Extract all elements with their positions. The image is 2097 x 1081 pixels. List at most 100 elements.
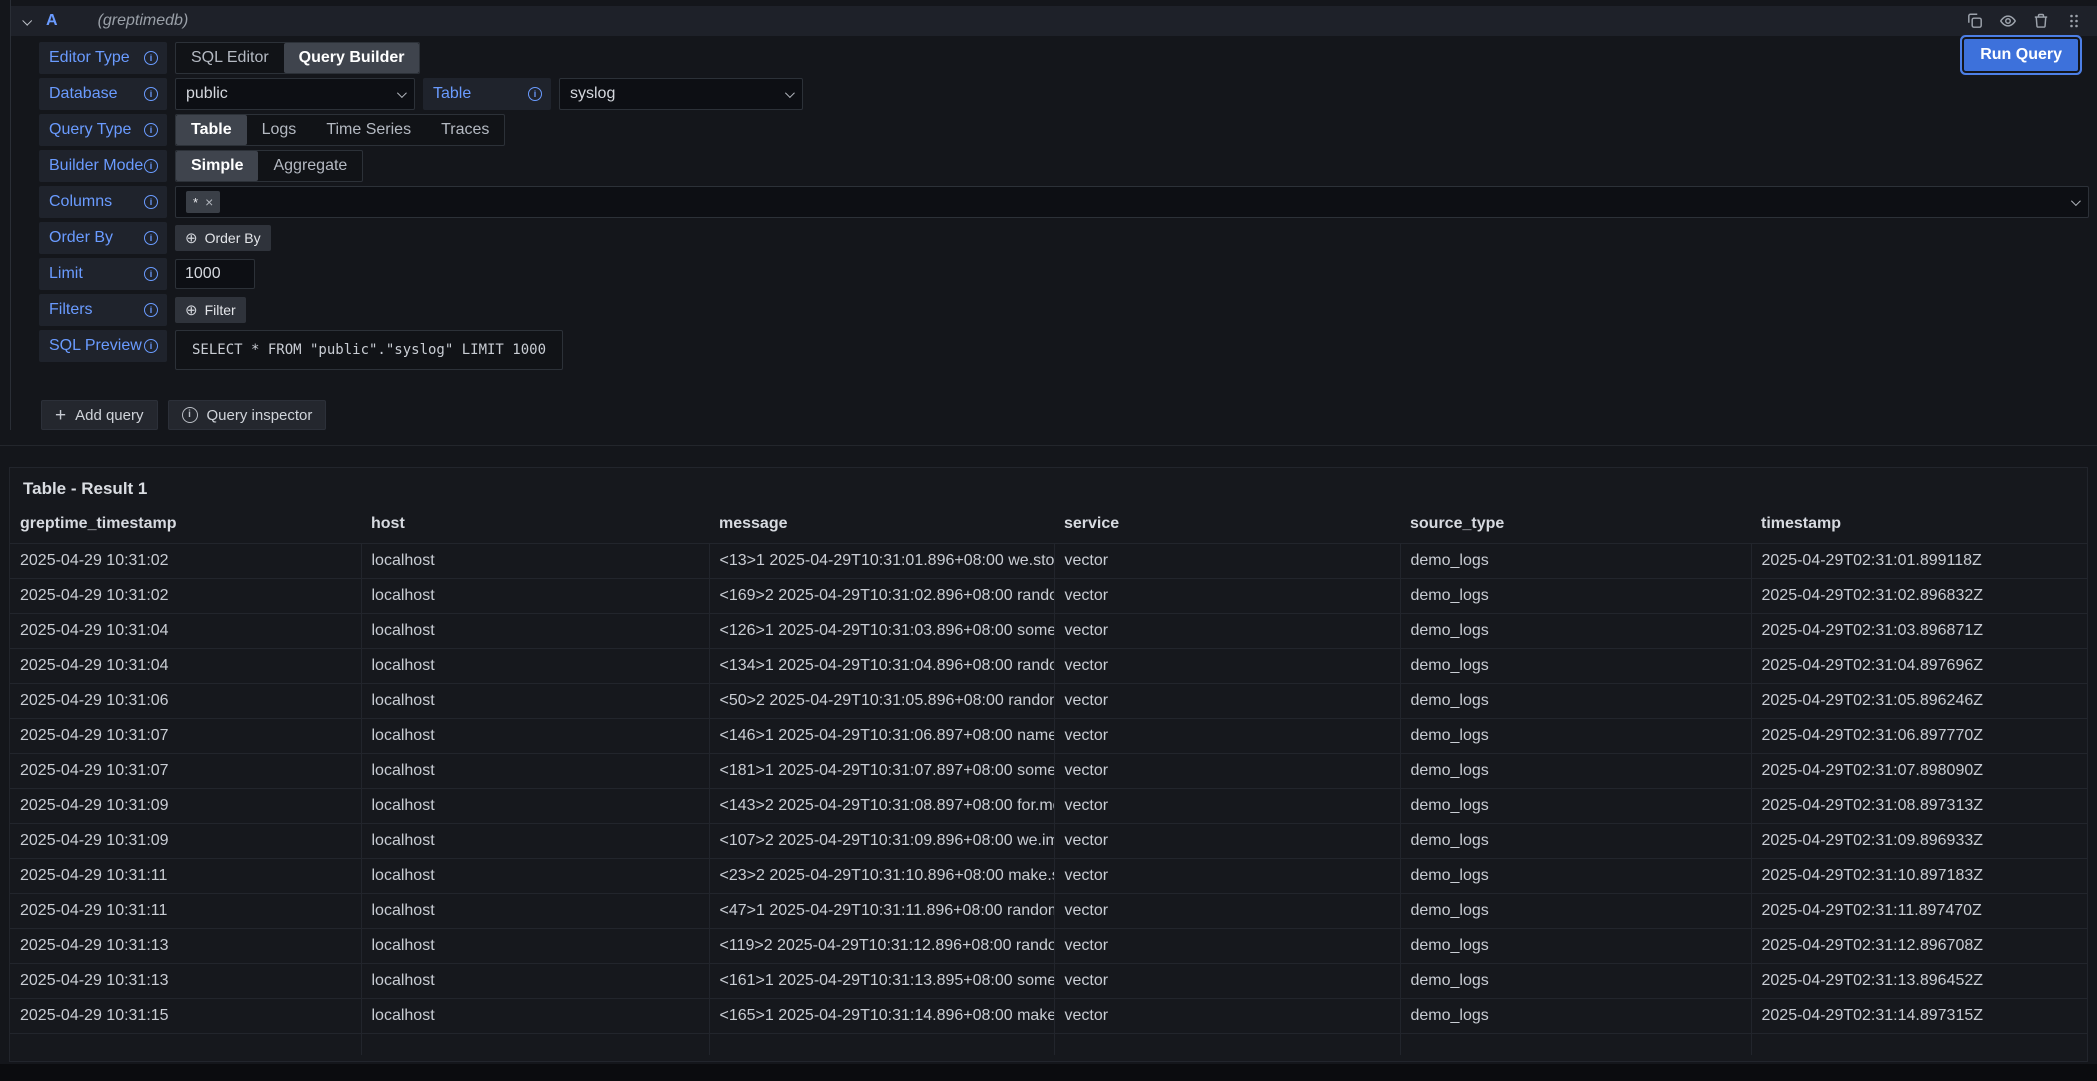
info-icon[interactable] (144, 339, 158, 353)
column-header-greptime_timestamp[interactable]: greptime_timestamp (10, 509, 361, 544)
column-header-timestamp[interactable]: timestamp (1751, 509, 2087, 544)
table-cell: 2025-04-29 10:31:04 (10, 649, 361, 684)
radio-option-traces[interactable]: Traces (426, 115, 504, 145)
info-icon[interactable] (528, 87, 542, 101)
table-cell: vector (1054, 754, 1400, 789)
plus-circle-icon: ⊕ (185, 303, 198, 318)
radio-option-aggregate[interactable]: Aggregate (258, 151, 362, 181)
table-cell: 2025-04-29T02:31:03.896871Z (1751, 614, 2087, 649)
table-cell: demo_logs (1400, 789, 1751, 824)
table-cell: demo_logs (1400, 719, 1751, 754)
columns-label: Columns (39, 186, 167, 218)
table-row: 2025-04-29 10:31:09localhost<107>2 2025-… (10, 824, 2087, 859)
hide-response-eye-icon[interactable] (1999, 12, 2017, 30)
info-icon[interactable] (144, 303, 158, 317)
table-row: 2025-04-29 10:31:02localhost<13>1 2025-0… (10, 544, 2087, 579)
radio-option-time-series[interactable]: Time Series (311, 115, 426, 145)
table-cell (709, 1034, 1054, 1055)
query-actions-row: + Add query Query inspector (41, 400, 2093, 430)
table-cell: localhost (361, 999, 709, 1034)
table-cell: vector (1054, 824, 1400, 859)
query-type-row: Query Type TableLogsTime SeriesTraces (39, 114, 2093, 146)
table-cell: 2025-04-29T02:31:13.896452Z (1751, 964, 2087, 999)
filters-row: Filters ⊕ Filter (39, 294, 2093, 326)
table-row: 2025-04-29 10:31:13localhost<119>2 2025-… (10, 929, 2087, 964)
result-table-header: greptime_timestamphostmessageservicesour… (10, 509, 2087, 544)
table-cell: vector (1054, 964, 1400, 999)
table-cell (1054, 1034, 1400, 1055)
chevron-down-icon (2071, 196, 2081, 206)
table-cell: vector (1054, 859, 1400, 894)
table-cell: 2025-04-29T02:31:14.897315Z (1751, 999, 2087, 1034)
query-builder-form: Editor Type SQL EditorQuery Builder Data… (11, 36, 2097, 430)
table-cell: localhost (361, 754, 709, 789)
info-icon[interactable] (144, 267, 158, 281)
table-result-panel: Table - Result 1 greptime_timestamphostm… (9, 467, 2088, 1062)
order-by-label: Order By (39, 222, 167, 254)
radio-option-query-builder[interactable]: Query Builder (284, 43, 420, 73)
query-type-radio-group: TableLogsTime SeriesTraces (175, 114, 505, 146)
info-icon[interactable] (144, 195, 158, 209)
table-cell: localhost (361, 579, 709, 614)
table-cell: localhost (361, 544, 709, 579)
query-editor-section: A (greptimedb) Edit (10, 0, 2097, 430)
add-query-button[interactable]: + Add query (41, 400, 158, 430)
radio-option-table[interactable]: Table (176, 115, 247, 145)
delete-query-trash-icon[interactable] (2032, 12, 2050, 30)
info-icon[interactable] (144, 231, 158, 245)
column-header-source_type[interactable]: source_type (1400, 509, 1751, 544)
table-cell: <146>1 2025-04-29T10:31:06.897+08:00 nam… (709, 719, 1054, 754)
query-row-header[interactable]: A (greptimedb) (11, 6, 2097, 36)
table-cell: localhost (361, 964, 709, 999)
table-row: 2025-04-29 10:31:09localhost<143>2 2025-… (10, 789, 2087, 824)
table-cell: localhost (361, 684, 709, 719)
database-select[interactable]: public (175, 78, 415, 110)
run-query-button[interactable]: Run Query (1964, 39, 2078, 71)
column-header-message[interactable]: message (709, 509, 1054, 544)
table-cell: 2025-04-29T02:31:10.897183Z (1751, 859, 2087, 894)
table-cell: vector (1054, 789, 1400, 824)
table-cell: vector (1054, 684, 1400, 719)
table-cell: 2025-04-29T02:31:08.897313Z (1751, 789, 2087, 824)
table-row: 2025-04-29 10:31:06localhost<50>2 2025-0… (10, 684, 2087, 719)
table-cell: vector (1054, 579, 1400, 614)
column-header-host[interactable]: host (361, 509, 709, 544)
table-cell: 2025-04-29T02:31:05.896246Z (1751, 684, 2087, 719)
add-order-by-button[interactable]: ⊕ Order By (175, 225, 271, 251)
dashboard-edit-area: A (greptimedb) Edit (0, 0, 2097, 1064)
radio-option-simple[interactable]: Simple (176, 151, 258, 181)
table-cell: localhost (361, 929, 709, 964)
chevron-down-icon (397, 88, 407, 98)
info-icon[interactable] (144, 159, 158, 173)
query-inspector-button[interactable]: Query inspector (168, 400, 327, 430)
columns-multiselect[interactable]: * × (175, 186, 2089, 218)
table-row: 2025-04-29 10:31:13localhost<161>1 2025-… (10, 964, 2087, 999)
duplicate-query-icon[interactable] (1966, 12, 1984, 30)
info-icon[interactable] (144, 51, 158, 65)
table-select[interactable]: syslog (559, 78, 803, 110)
collapse-chevron-icon[interactable] (22, 15, 32, 25)
info-icon[interactable] (144, 123, 158, 137)
info-icon[interactable] (144, 87, 158, 101)
column-header-service[interactable]: service (1054, 509, 1400, 544)
remove-chip-icon[interactable]: × (205, 195, 213, 209)
table-cell: 2025-04-29T02:31:04.897696Z (1751, 649, 2087, 684)
radio-option-logs[interactable]: Logs (247, 115, 312, 145)
editor-type-radio-group: SQL EditorQuery Builder (175, 42, 420, 74)
query-ref-id: A (46, 12, 58, 30)
limit-input[interactable]: 1000 (175, 259, 255, 289)
plus-icon: + (55, 406, 66, 425)
table-cell: 2025-04-29T02:31:12.896708Z (1751, 929, 2087, 964)
table-cell: <134>1 2025-04-29T10:31:04.896+08:00 ran… (709, 649, 1054, 684)
add-filter-button[interactable]: ⊕ Filter (175, 297, 246, 323)
table-cell: <169>2 2025-04-29T10:31:02.896+08:00 ran… (709, 579, 1054, 614)
table-cell: <161>1 2025-04-29T10:31:13.895+08:00 som… (709, 964, 1054, 999)
datasource-name: (greptimedb) (98, 12, 189, 30)
radio-option-sql-editor[interactable]: SQL Editor (176, 43, 284, 73)
table-cell: 2025-04-29 10:31:06 (10, 684, 361, 719)
table-cell: localhost (361, 859, 709, 894)
table-cell: 2025-04-29T02:31:11.897470Z (1751, 894, 2087, 929)
filters-label: Filters (39, 294, 167, 326)
drag-handle-icon[interactable] (2065, 12, 2083, 30)
table-cell: demo_logs (1400, 824, 1751, 859)
